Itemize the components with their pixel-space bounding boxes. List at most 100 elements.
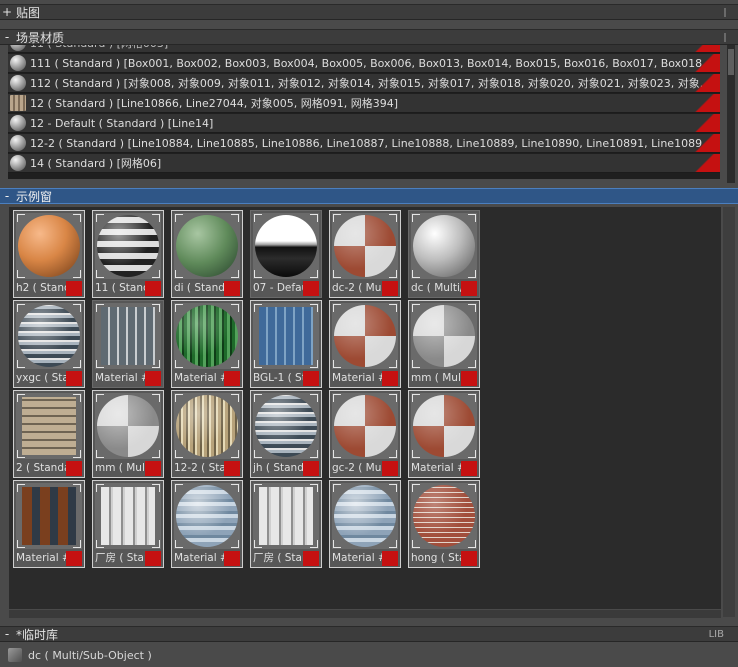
- sample-slot[interactable]: Material #2 ( Multi/Sub-Object ): [329, 300, 401, 388]
- scene-material-row[interactable]: 12 ( Standard ) [Line10866, Line27044, 对…: [8, 94, 720, 113]
- sample-slot[interactable]: Material #2 ( Standard ): [92, 300, 164, 388]
- in-scene-flag: [145, 551, 161, 566]
- collapse-toggle-icon[interactable]: -: [0, 189, 12, 203]
- cube-preview-icon: [101, 307, 155, 365]
- scene-material-row[interactable]: 12 - Default ( Standard ) [Line14]: [8, 114, 720, 133]
- scene-material-row[interactable]: 12-2 ( Standard ) [Line10884, Line10885,…: [8, 134, 720, 153]
- in-scene-flag: [224, 551, 240, 566]
- collapse-toggle-icon[interactable]: -: [0, 627, 12, 641]
- slot-corner-marker: [468, 270, 476, 278]
- scene-materials-list: 11 ( Standard ) [网格003] 111 ( Standard ) …: [8, 45, 720, 179]
- expand-toggle-icon[interactable]: +: [0, 5, 12, 19]
- rollout-header-sample-slots[interactable]: - 示例窗: [0, 188, 738, 204]
- slot-corner-marker: [254, 214, 262, 222]
- sample-slot[interactable]: 厂房 ( Standard ): [92, 480, 164, 568]
- sample-slots-panel: h2 ( Standard )11 ( Standard )di ( Stand…: [9, 207, 721, 609]
- sample-slot[interactable]: 厂房 ( Standard ): [250, 480, 322, 568]
- material-preview: [16, 303, 82, 369]
- slot-corner-marker: [96, 304, 104, 312]
- sample-slot[interactable]: 07 - Default ( Standard ): [250, 210, 322, 298]
- scene-materials-scrollbar[interactable]: [727, 45, 735, 183]
- scene-material-row[interactable]: 14 ( Standard ) [网格06]: [8, 154, 720, 173]
- sphere-material-icon: [10, 45, 26, 51]
- sample-slot[interactable]: Material #2 ( Standard ): [171, 480, 243, 568]
- slot-corner-marker: [175, 214, 183, 222]
- slot-corner-marker: [389, 360, 397, 368]
- sample-slot[interactable]: jh ( Standard ): [250, 390, 322, 478]
- rollout-header-scene-materials[interactable]: - 场景材质: [0, 29, 738, 45]
- sphere-preview-icon: [176, 485, 238, 547]
- slot-corner-marker: [152, 394, 160, 402]
- sample-slot[interactable]: 11 ( Standard ): [92, 210, 164, 298]
- slot-corner-marker: [231, 304, 239, 312]
- in-scene-flag: [303, 281, 319, 296]
- sample-slot[interactable]: Material #2 ( Standard ): [408, 390, 480, 478]
- temp-library-item[interactable]: dc ( Multi/Sub-Object ): [8, 645, 720, 665]
- slot-corner-marker: [254, 304, 262, 312]
- in-scene-flag: [224, 461, 240, 476]
- sample-slot[interactable]: 12-2 ( Standard ): [171, 390, 243, 478]
- sphere-preview-icon: [97, 395, 159, 457]
- sample-slot[interactable]: hong ( Standard ): [408, 480, 480, 568]
- sphere-material-icon: [10, 135, 26, 151]
- sample-slot[interactable]: di ( Standard ): [171, 210, 243, 298]
- slot-corner-marker: [412, 214, 420, 222]
- sample-slot[interactable]: BGL-1 ( Standard ): [250, 300, 322, 388]
- rollout-handle: [724, 33, 726, 42]
- slot-corner-marker: [231, 394, 239, 402]
- sample-slot[interactable]: dc-2 ( Multi/Sub-Object ): [329, 210, 401, 298]
- rollout-header-temp-library[interactable]: - *临时库 LIB: [0, 626, 738, 642]
- slot-corner-marker: [152, 360, 160, 368]
- slot-corner-marker: [310, 540, 318, 548]
- slot-corner-marker: [310, 304, 318, 312]
- sample-slots-horizontal-scrollbar[interactable]: [9, 610, 721, 618]
- sample-slot[interactable]: mm ( Multi/Sub-Object ): [92, 390, 164, 478]
- in-scene-flag: [688, 94, 720, 112]
- slot-corner-marker: [231, 450, 239, 458]
- slot-corner-marker: [73, 484, 81, 492]
- sample-slot[interactable]: Material #2 ( Standard ): [171, 300, 243, 388]
- slot-corner-marker: [333, 214, 341, 222]
- in-scene-flag: [145, 281, 161, 296]
- sample-slot[interactable]: gc-2 ( Multi/Sub-Object ): [329, 390, 401, 478]
- rollout-handle: [724, 8, 726, 17]
- lib-label: LIB: [708, 629, 724, 640]
- sample-slots-vertical-scrollbar[interactable]: [723, 207, 735, 617]
- scene-material-row[interactable]: 11 ( Standard ) [网格003]: [8, 45, 720, 53]
- slot-corner-marker: [389, 394, 397, 402]
- slot-corner-marker: [96, 484, 104, 492]
- sample-slot[interactable]: Material #2 ( Standard ): [13, 480, 85, 568]
- collapse-toggle-icon[interactable]: -: [0, 30, 12, 44]
- sample-slot[interactable]: dc ( Multi/Sub-Object ): [408, 210, 480, 298]
- rollout-header-maps[interactable]: + 贴图: [0, 4, 738, 20]
- slot-corner-marker: [468, 450, 476, 458]
- slot-corner-marker: [468, 394, 476, 402]
- scene-material-row[interactable]: 112 ( Standard ) [对象008, 对象009, 对象011, 对…: [8, 74, 720, 93]
- material-preview: [253, 483, 319, 549]
- sample-slot[interactable]: mm ( Multi/Sub-Object ): [408, 300, 480, 388]
- in-scene-flag: [66, 551, 82, 566]
- sphere-material-icon: [10, 115, 26, 131]
- slot-corner-marker: [17, 360, 25, 368]
- in-scene-flag: [461, 551, 477, 566]
- material-preview: [253, 303, 319, 369]
- slot-corner-marker: [231, 360, 239, 368]
- sample-slot[interactable]: 2 ( Standard ): [13, 390, 85, 478]
- slot-corner-marker: [231, 270, 239, 278]
- slot-corner-marker: [152, 304, 160, 312]
- slot-corner-marker: [17, 304, 25, 312]
- in-scene-flag: [461, 461, 477, 476]
- scene-material-row[interactable]: 111 ( Standard ) [Box001, Box002, Box003…: [8, 54, 720, 73]
- multi-material-icon: [8, 648, 22, 662]
- sphere-preview-icon: [255, 215, 317, 277]
- material-preview: [411, 393, 477, 459]
- scrollbar-thumb[interactable]: [728, 49, 734, 75]
- sample-slot[interactable]: yxgc ( Standard ): [13, 300, 85, 388]
- sample-slot[interactable]: Material #2 ( Standard ): [329, 480, 401, 568]
- in-scene-flag: [688, 154, 720, 172]
- slot-corner-marker: [175, 270, 183, 278]
- material-preview: [16, 393, 82, 459]
- material-preview: [174, 213, 240, 279]
- slot-corner-marker: [310, 394, 318, 402]
- sample-slot[interactable]: h2 ( Standard ): [13, 210, 85, 298]
